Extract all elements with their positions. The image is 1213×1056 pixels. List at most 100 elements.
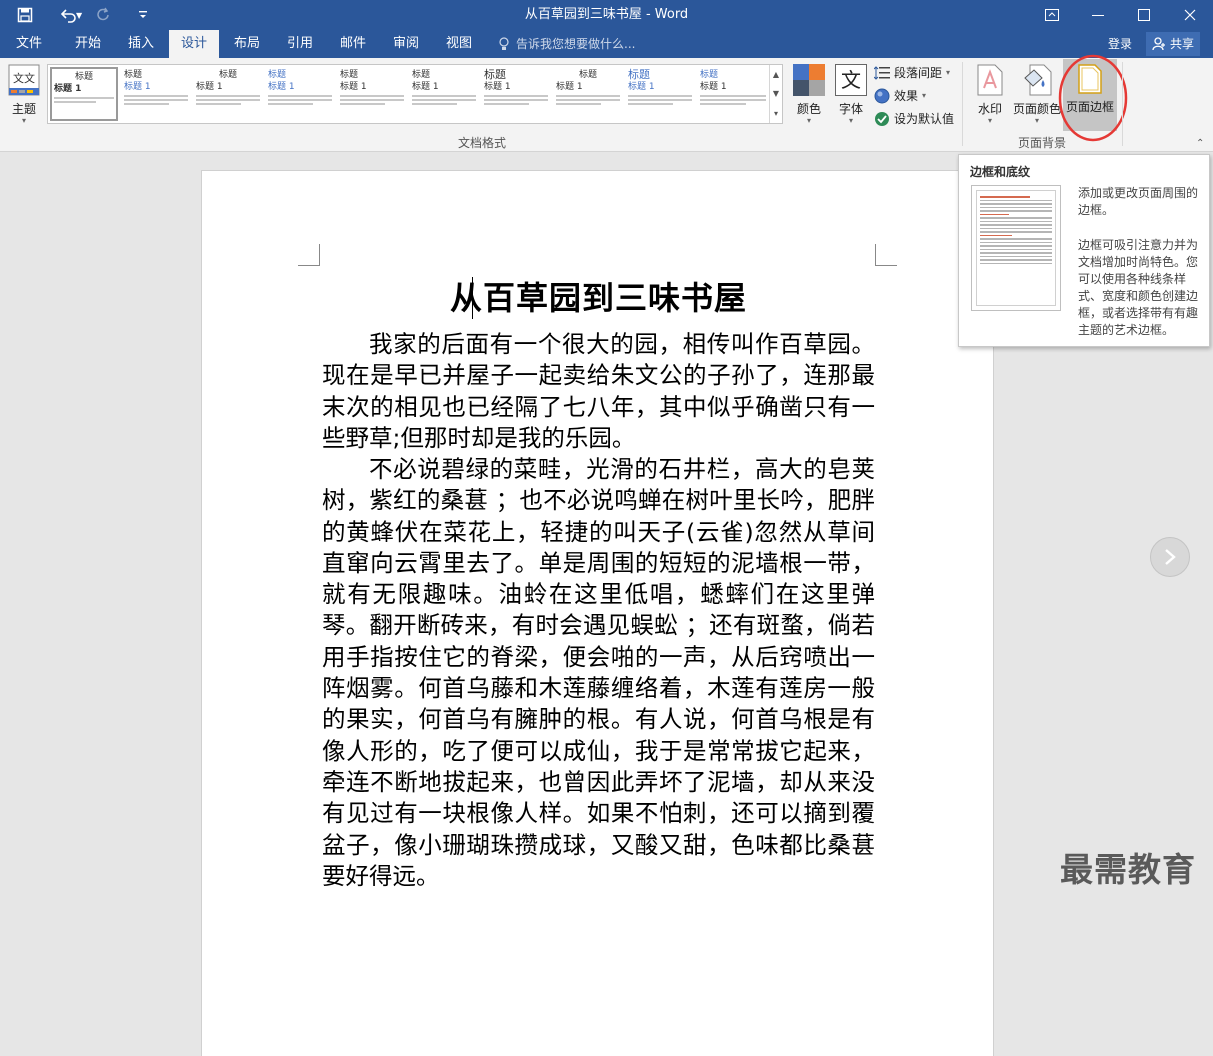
document-paragraph[interactable]: 我家的后面有一个很大的园，相传叫作百草园。现在是早已并屋子一起卖给朱文公的子孙了… (322, 329, 875, 454)
maximize-icon[interactable] (1121, 0, 1167, 30)
person-icon (1152, 37, 1165, 51)
document-paragraph[interactable]: 不必说碧绿的菜畦，光滑的石井栏，高大的皂荚树，紫红的桑葚 ；也不必说鸣蝉在树叶里… (322, 454, 875, 892)
style-set-thumbnail[interactable]: 标题 标题 1 (482, 67, 550, 121)
fonts-button[interactable]: 文 字体 ▾ (832, 62, 870, 132)
tab-view[interactable]: 视图 (434, 30, 484, 58)
style-set-thumbnail[interactable]: 标题 标题 1 (554, 67, 622, 121)
customize-toolbar-icon[interactable] (128, 0, 158, 30)
style-set-title: 标题 (218, 70, 237, 80)
save-icon[interactable] (10, 0, 40, 30)
checkmark-icon (875, 111, 889, 126)
next-page-button[interactable] (1150, 537, 1190, 577)
style-set-thumbnail[interactable]: 标题 标题 1 (410, 67, 478, 121)
undo-dropdown-icon[interactable]: ▼ (76, 11, 82, 20)
tab-home[interactable]: 开始 (62, 30, 114, 58)
fonts-icon: 文 (835, 64, 867, 96)
chevron-right-icon (1165, 549, 1176, 565)
scroll-up-icon[interactable]: ▲ (773, 70, 779, 79)
svg-text:文: 文 (841, 68, 861, 92)
share-button[interactable]: 共享 (1146, 32, 1201, 56)
tab-insert[interactable]: 插入 (116, 30, 166, 58)
watermark-button[interactable]: 水印 ▾ (971, 62, 1009, 132)
tell-me-placeholder: 告诉我您想要做什么... (516, 37, 636, 51)
tab-file[interactable]: 文件 (4, 30, 54, 58)
tooltip-description: 添加或更改页面周围的边框。 边框可吸引注意力并为文档增加时尚特色。您可以使用各种… (1078, 185, 1202, 357)
group-divider (962, 62, 963, 146)
paragraph-spacing-button[interactable]: 段落间距 ▾ (874, 64, 950, 81)
document-page[interactable]: 从百草园到三味书屋 我家的后面有一个很大的园，相传叫作百草园。现在是早已并屋子一… (201, 170, 994, 1056)
themes-label: 主题 (11, 102, 36, 116)
style-set-subtitle: 标题 1 (628, 82, 655, 92)
style-set-gallery[interactable]: 标题 标题 1 标题 标题 1 标题 标题 1 标题 标题 1 标题 标题 1 … (47, 64, 783, 124)
style-set-thumbnail[interactable]: 标题 标题 1 (698, 67, 768, 121)
colors-button[interactable]: 颜色 ▾ (790, 62, 828, 132)
text-cursor (472, 277, 473, 319)
style-set-subtitle: 标题 1 (54, 84, 82, 94)
group-divider (1122, 62, 1123, 146)
close-icon[interactable] (1167, 0, 1213, 30)
tell-me-box[interactable]: 告诉我您想要做什么... (498, 30, 635, 58)
style-set-subtitle: 标题 1 (124, 82, 151, 92)
watermark-text: 最需教育 (1060, 850, 1196, 889)
themes-dropdown-icon: ▾ (21, 116, 26, 125)
group-label-page-background: 页面背景 (1018, 136, 1067, 150)
style-set-title: 标题 (412, 70, 431, 80)
color-palette-icon (793, 64, 825, 96)
style-set-thumbnail[interactable]: 标题 标题 1 (626, 67, 694, 121)
paragraph-spacing-dropdown-icon: ▾ (946, 68, 951, 77)
style-set-thumbnail[interactable]: 标题 标题 1 (338, 67, 406, 121)
highlight-circle (1058, 54, 1128, 142)
tab-mailings[interactable]: 邮件 (328, 30, 378, 58)
gallery-more-icon[interactable]: ▾ (774, 109, 778, 118)
style-set-thumbnail[interactable]: 标题 标题 1 (122, 67, 190, 121)
set-as-default-button[interactable]: 设为默认值 (874, 110, 954, 127)
style-set-subtitle: 标题 1 (196, 82, 223, 92)
style-set-title: 标题 (484, 68, 506, 81)
ribbon-display-options-icon[interactable] (1029, 0, 1075, 30)
margin-corner-mark (875, 244, 897, 266)
margin-corner-mark (298, 244, 320, 266)
minimize-icon[interactable] (1075, 0, 1121, 30)
redo-icon[interactable] (88, 0, 118, 30)
effects-label: 效果 (894, 89, 919, 103)
scroll-down-icon[interactable]: ▼ (773, 89, 779, 98)
style-set-title: 标题 (124, 70, 143, 80)
ribbon-tabs: 文件 开始 插入 设计 布局 引用 邮件 审阅 视图 告诉我您想要做什么... … (0, 30, 1213, 58)
fonts-label: 字体 (838, 102, 863, 116)
style-set-subtitle: 标题 1 (700, 82, 727, 92)
lightbulb-icon (499, 37, 509, 50)
watermark-dropdown-icon: ▾ (987, 116, 992, 125)
style-set-title: 标题 (340, 70, 359, 80)
style-set-title: 标题 (578, 70, 597, 80)
window-controls (1029, 0, 1213, 30)
tooltip-line: 边框可吸引注意力并为文档增加时尚特色。您可以使用各种线条样式、宽度和颜色创建边框… (1078, 238, 1199, 337)
style-set-thumbnail[interactable]: 标题 标题 1 (50, 67, 118, 121)
style-set-subtitle: 标题 1 (340, 82, 367, 92)
ribbon-design: 文文 主题 ▾ 标题 标题 1 标题 标题 1 标题 标题 1 标题 标题 1 … (0, 54, 1213, 152)
style-set-thumbnail[interactable]: 标题 标题 1 (194, 67, 262, 121)
tab-review[interactable]: 审阅 (381, 30, 431, 58)
paint-bucket-icon (1024, 64, 1052, 96)
colors-label: 颜色 (796, 102, 821, 116)
themes-button[interactable]: 文文 主题 ▾ (4, 62, 44, 132)
style-set-subtitle: 标题 1 (412, 82, 439, 92)
svg-text:文文: 文文 (13, 71, 35, 85)
tab-layout[interactable]: 布局 (222, 30, 272, 58)
tooltip-line: 添加或更改页面周围的边框。 (1078, 186, 1199, 217)
tab-design[interactable]: 设计 (169, 30, 219, 58)
paragraph-spacing-label: 段落间距 (894, 66, 943, 80)
tooltip-preview-image (971, 185, 1061, 311)
style-set-title: 标题 (700, 70, 719, 80)
tooltip-title: 边框和底纹 (970, 165, 1031, 179)
gallery-scroll[interactable]: ▲ ▼ ▾ (769, 65, 782, 123)
collapse-ribbon-icon[interactable]: ⌃ (1196, 138, 1204, 149)
style-set-title: 标题 (268, 70, 287, 80)
tab-references[interactable]: 引用 (275, 30, 325, 58)
style-set-thumbnail[interactable]: 标题 标题 1 (266, 67, 334, 121)
themes-icon: 文文 (8, 64, 40, 96)
effects-button[interactable]: 效果 ▾ (874, 87, 926, 104)
watermark-icon (977, 64, 1003, 96)
set-as-default-label: 设为默认值 (894, 112, 955, 126)
style-set-title: 标题 (74, 72, 93, 82)
document-heading[interactable]: 从百草园到三味书屋 (322, 273, 875, 319)
